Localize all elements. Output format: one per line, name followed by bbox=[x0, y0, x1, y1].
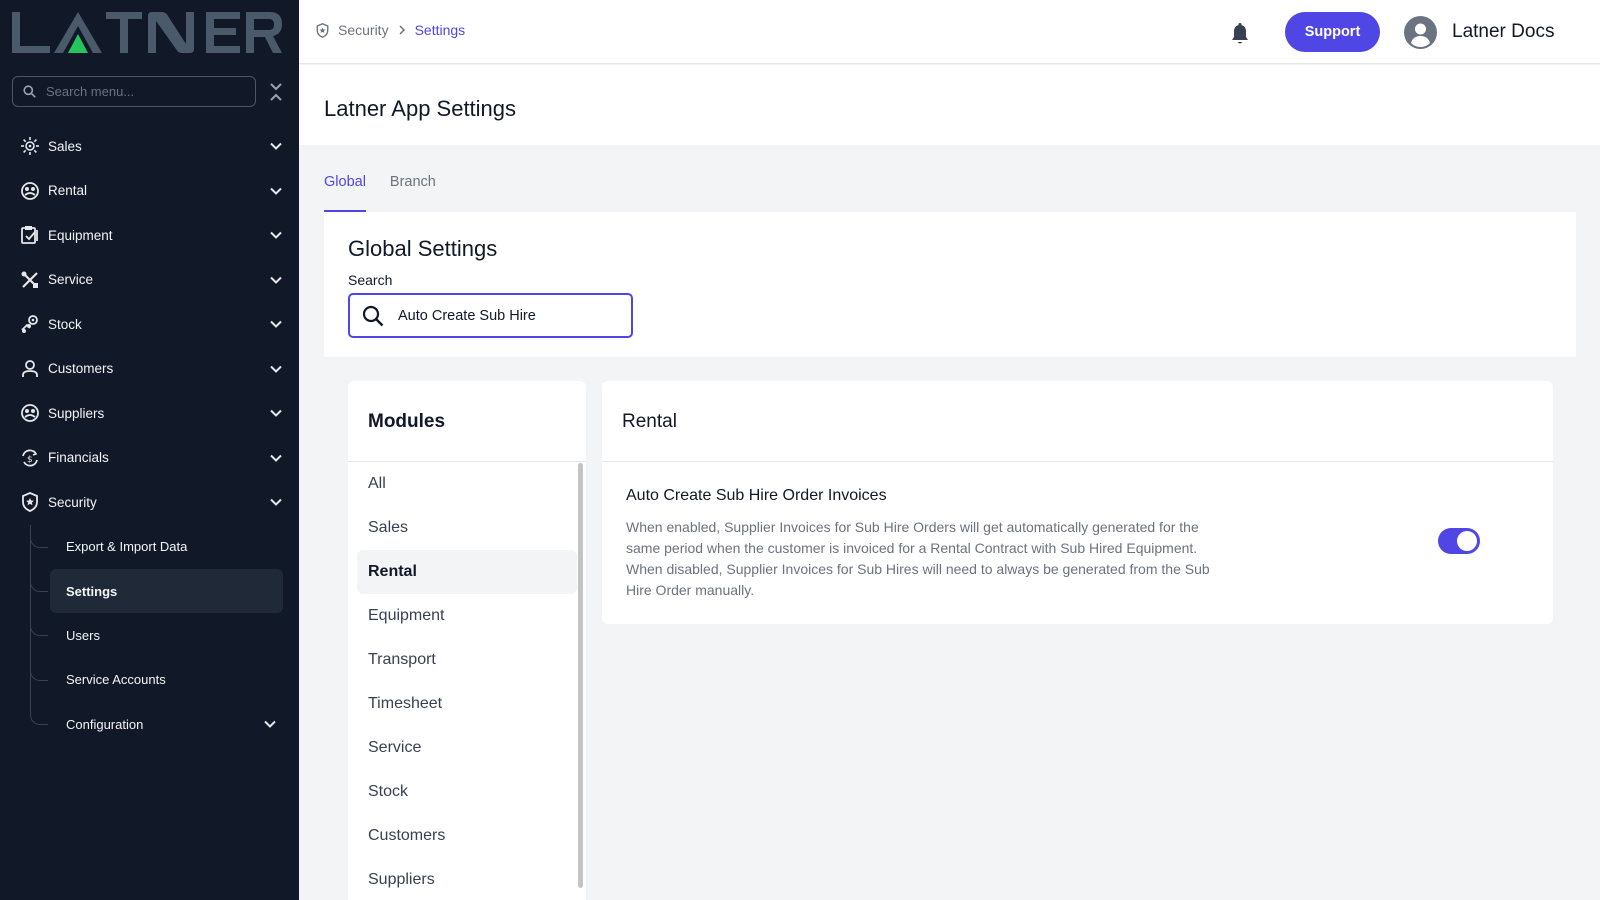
page-title: Latner App Settings bbox=[324, 96, 517, 121]
sidebar-item-service[interactable]: Service bbox=[0, 258, 299, 303]
chevron-down-icon bbox=[270, 142, 282, 150]
sidebar-search[interactable] bbox=[12, 76, 256, 107]
module-item-customers[interactable]: Customers bbox=[357, 814, 577, 858]
user-name[interactable]: Latner Docs bbox=[1452, 21, 1554, 43]
bell-icon[interactable] bbox=[1229, 22, 1251, 46]
modules-heading: Modules bbox=[368, 411, 446, 432]
settings-search-input[interactable] bbox=[398, 307, 618, 324]
modules-panel: Modules All Sales Rental Equipment Trans… bbox=[348, 381, 586, 900]
tab-global[interactable]: Global bbox=[324, 168, 366, 212]
rental-heading: Rental bbox=[622, 411, 677, 432]
breadcrumb-security[interactable]: Security bbox=[338, 22, 389, 38]
chevron-down-icon bbox=[264, 720, 276, 728]
sidebar-item-label: Service bbox=[48, 272, 94, 288]
svg-text:$: $ bbox=[27, 455, 33, 465]
module-item-timesheet[interactable]: Timesheet bbox=[357, 682, 577, 726]
module-item-transport[interactable]: Transport bbox=[357, 638, 577, 682]
sidebar-item-label: Security bbox=[48, 494, 97, 510]
support-button[interactable]: Support bbox=[1285, 12, 1380, 52]
financials-icon: $ bbox=[20, 448, 40, 468]
search-label: Search bbox=[348, 272, 393, 288]
latner-logo[interactable] bbox=[10, 10, 282, 54]
sidebar-item-export-import[interactable]: Export & Import Data bbox=[0, 524, 299, 569]
suppliers-icon bbox=[20, 403, 40, 423]
chevron-down-icon bbox=[270, 187, 282, 195]
modules-scrollbar[interactable] bbox=[578, 463, 583, 888]
chevron-right-icon bbox=[399, 25, 405, 35]
security-submenu: Export & Import Data Settings Users Serv… bbox=[0, 524, 299, 747]
sidebar-item-users[interactable]: Users bbox=[0, 613, 299, 657]
toggle-knob bbox=[1457, 531, 1477, 551]
modules-list: All Sales Rental Equipment Transport Tim… bbox=[357, 462, 577, 900]
auto-create-sub-hire-toggle[interactable] bbox=[1438, 528, 1480, 554]
topbar: Security Settings Support Latner Docs bbox=[299, 0, 1600, 64]
sidebar-item-customers[interactable]: Customers bbox=[0, 347, 299, 392]
module-item-all[interactable]: All bbox=[357, 462, 577, 506]
chevron-down-icon bbox=[270, 454, 282, 462]
sidebar-item-label: Financials bbox=[48, 450, 109, 466]
chevron-down-icon bbox=[270, 498, 282, 506]
breadcrumb: Security Settings bbox=[315, 22, 465, 38]
module-item-stock[interactable]: Stock bbox=[357, 770, 577, 814]
sales-icon bbox=[20, 136, 40, 156]
stock-icon bbox=[20, 314, 40, 334]
tab-branch[interactable]: Branch bbox=[390, 168, 436, 212]
settings-tabs: Global Branch bbox=[324, 168, 460, 212]
page-header: Latner App Settings bbox=[299, 65, 1600, 145]
customers-icon bbox=[20, 359, 40, 379]
sidebar-item-label: Sales bbox=[48, 138, 82, 154]
avatar[interactable] bbox=[1404, 16, 1437, 49]
breadcrumb-settings[interactable]: Settings bbox=[415, 22, 466, 38]
sidebar-item-label: Customers bbox=[48, 361, 114, 377]
sidebar-item-sales[interactable]: Sales bbox=[0, 124, 299, 169]
chevron-down-icon bbox=[270, 320, 282, 328]
sidebar: Sales Rental Equipment Service bbox=[0, 0, 299, 900]
module-item-rental[interactable]: Rental bbox=[357, 550, 577, 594]
sidebar-item-financials[interactable]: $ Financials bbox=[0, 436, 299, 481]
sidebar-item-service-accounts[interactable]: Service Accounts bbox=[0, 657, 299, 702]
sidebar-nav: Sales Rental Equipment Service Stock Cus… bbox=[0, 124, 299, 746]
sidebar-item-stock[interactable]: Stock bbox=[0, 302, 299, 347]
sidebar-search-input[interactable] bbox=[46, 84, 226, 99]
settings-search-box[interactable] bbox=[348, 293, 633, 338]
module-item-sales[interactable]: Sales bbox=[357, 506, 577, 550]
sidebar-item-rental[interactable]: Rental bbox=[0, 169, 299, 214]
sidebar-item-label: Rental bbox=[48, 183, 88, 199]
sidebar-item-equipment[interactable]: Equipment bbox=[0, 213, 299, 258]
shield-icon bbox=[20, 492, 40, 513]
module-item-equipment[interactable]: Equipment bbox=[357, 594, 577, 638]
setting-description: When enabled, Supplier Invoices for Sub … bbox=[626, 519, 1210, 598]
global-settings-heading: Global Settings bbox=[348, 236, 498, 261]
search-icon bbox=[23, 85, 36, 98]
chevron-down-icon bbox=[270, 231, 282, 239]
shield-icon bbox=[316, 22, 329, 38]
setting-title: Auto Create Sub Hire Order Invoices bbox=[626, 487, 887, 504]
equipment-icon bbox=[20, 225, 40, 245]
rental-settings-panel: Rental Auto Create Sub Hire Order Invoic… bbox=[602, 381, 1553, 624]
module-item-service[interactable]: Service bbox=[357, 726, 577, 770]
chevron-down-icon bbox=[270, 276, 282, 284]
module-item-suppliers[interactable]: Suppliers bbox=[357, 858, 577, 900]
sidebar-item-label: Suppliers bbox=[48, 405, 105, 421]
chevron-down-icon bbox=[270, 365, 282, 373]
collapse-menu-icon[interactable] bbox=[268, 82, 284, 102]
search-icon bbox=[362, 305, 384, 326]
sidebar-item-configuration[interactable]: Configuration bbox=[0, 702, 299, 746]
sidebar-item-settings[interactable]: Settings bbox=[0, 568, 299, 614]
sidebar-item-label: Equipment bbox=[48, 227, 113, 243]
chevron-down-icon bbox=[270, 409, 282, 417]
rental-icon bbox=[20, 181, 40, 201]
global-settings-card: Global Settings Search bbox=[324, 212, 1576, 357]
sidebar-item-suppliers[interactable]: Suppliers bbox=[0, 391, 299, 436]
sidebar-item-label: Stock bbox=[48, 316, 82, 332]
sidebar-item-security[interactable]: Security bbox=[0, 480, 299, 525]
service-icon bbox=[20, 270, 40, 290]
